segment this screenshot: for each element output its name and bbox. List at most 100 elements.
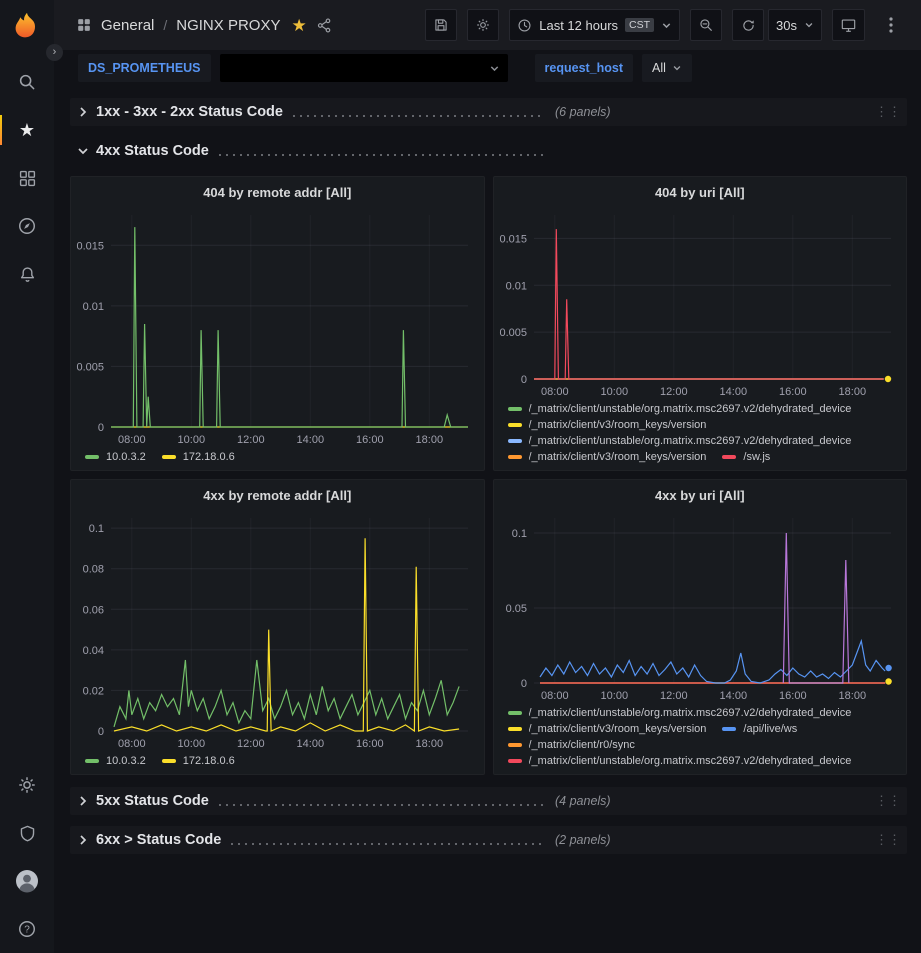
request-host-value-select[interactable]: All [642,54,692,82]
legend-item[interactable]: /_matrix/client/unstable/org.matrix.msc2… [508,755,852,767]
refresh-interval-dropdown[interactable]: 30s [768,9,822,41]
svg-text:16:00: 16:00 [356,434,384,446]
breadcrumb-dashboard-title[interactable]: NGINX PROXY [176,17,280,34]
svg-text:10:00: 10:00 [178,434,206,446]
sidebar-expand-toggle[interactable]: › [46,44,63,61]
legend-label: /_matrix/client/v3/room_keys/version [529,451,707,463]
sidebar-item-explore[interactable] [0,202,54,250]
legend-label: 172.18.0.6 [183,755,235,767]
legend-label: /_matrix/client/unstable/org.matrix.msc2… [529,755,852,767]
legend-color-marker [508,759,522,763]
svg-text:10:00: 10:00 [600,690,628,702]
legend-item[interactable]: /_matrix/client/v3/room_keys/version [508,723,707,735]
legend-label: /_matrix/client/v3/room_keys/version [529,723,707,735]
grafana-logo[interactable] [9,8,45,44]
dashboard-content: 1xx - 3xx - 2xx Status Code (6 panels) ⋮… [54,90,921,953]
sidebar-nav-bottom: ? [0,761,54,953]
svg-text:14:00: 14:00 [719,386,747,398]
legend-item[interactable]: /_matrix/client/r0/sync [508,739,635,751]
panel-404-by-remote-addr: 404 by remote addr [All] 00.0050.010.015… [70,176,485,471]
datasource-value-select[interactable] [220,54,508,82]
breadcrumb-separator: / [163,17,167,33]
avatar [15,869,39,893]
timezone-badge: CST [625,18,654,32]
sidebar-item-configuration[interactable] [0,761,54,809]
dashboard-settings-button[interactable] [467,9,499,41]
save-dashboard-button[interactable] [425,9,457,41]
row-title: 4xx Status Code [96,143,209,159]
request-host-value: All [652,61,666,75]
kebab-menu-icon [889,17,893,33]
zoom-out-icon [698,17,714,33]
legend-item[interactable]: /_matrix/client/unstable/org.matrix.msc2… [508,435,852,447]
sidebar-item-search[interactable] [0,58,54,106]
sidebar-item-server-admin[interactable] [0,809,54,857]
legend-label: /_matrix/client/unstable/org.matrix.msc2… [529,435,852,447]
panel-title[interactable]: 404 by remote addr [All] [71,177,484,207]
more-menu-button[interactable] [875,9,907,41]
legend-item[interactable]: /api/live/ws [722,723,797,735]
svg-text:?: ? [24,924,30,935]
time-range-label: Last 12 hours [539,18,618,33]
bell-icon [18,265,37,284]
legend-item[interactable]: /_matrix/client/unstable/org.matrix.msc2… [508,403,852,415]
legend-item[interactable]: /sw.js [722,451,770,463]
datasource-variable-label: DS_PROMETHEUS [78,54,211,82]
sidebar-item-help[interactable]: ? [0,905,54,953]
panel-title[interactable]: 404 by uri [All] [494,177,907,207]
legend-item[interactable]: 10.0.3.2 [85,755,146,767]
legend-item[interactable]: /_matrix/client/v3/room_keys/version [508,451,707,463]
save-icon [433,17,449,33]
favorite-star-icon[interactable]: ★ [291,17,306,34]
legend-item[interactable]: /_matrix/client/v3/room_keys/version [508,419,707,431]
legend-color-marker [508,423,522,427]
drag-handle-icon[interactable]: ⋮⋮ [875,104,901,120]
row-5xx[interactable]: 5xx Status Code (4 panels) ⋮⋮ [70,787,907,815]
sidebar-item-profile[interactable] [0,857,54,905]
star-icon: ★ [19,121,35,139]
row-panel-count: (4 panels) [555,794,611,808]
time-range-picker[interactable]: Last 12 hours CST [509,9,680,41]
dashboards-grid-icon [18,169,37,188]
legend-item[interactable]: 172.18.0.6 [162,755,235,767]
legend-color-marker [162,455,176,459]
legend-item[interactable]: 10.0.3.2 [85,451,146,463]
legend-color-marker [508,743,522,747]
row-panel-count: (2 panels) [555,833,611,847]
time-series-chart: 00.0050.010.01508:0010:0012:0014:0016:00… [494,207,907,401]
panel-legend: 10.0.3.2 172.18.0.6 [71,753,484,774]
drag-handle-icon[interactable]: ⋮⋮ [875,793,901,809]
svg-text:18:00: 18:00 [838,386,866,398]
row-4xx[interactable]: 4xx Status Code [70,137,907,165]
legend-item[interactable]: /_matrix/client/unstable/org.matrix.msc2… [508,707,852,719]
zoom-out-button[interactable] [690,9,722,41]
grafana-flame-icon [12,11,42,41]
legend-color-marker [722,455,736,459]
panel-title[interactable]: 4xx by remote addr [All] [71,480,484,510]
row-title: 1xx - 3xx - 2xx Status Code [96,104,283,120]
row-1xx-3xx-2xx[interactable]: 1xx - 3xx - 2xx Status Code (6 panels) ⋮… [70,98,907,126]
legend-label: /_matrix/client/v3/room_keys/version [529,419,707,431]
svg-text:0.1: 0.1 [89,523,104,535]
breadcrumb-section[interactable]: General [101,17,154,34]
sidebar-item-starred[interactable]: ★ [0,106,54,154]
sidebar-item-alerting[interactable] [0,250,54,298]
svg-text:18:00: 18:00 [416,738,444,750]
share-icon[interactable] [316,17,333,34]
sidebar-item-dashboards[interactable] [0,154,54,202]
row-6xx[interactable]: 6xx > Status Code (2 panels) ⋮⋮ [70,826,907,854]
drag-handle-icon[interactable]: ⋮⋮ [875,832,901,848]
variables-bar: DS_PROMETHEUS request_host All [54,50,921,90]
toolbar: Last 12 hours CST 30s [425,9,907,41]
svg-text:12:00: 12:00 [660,690,688,702]
panel-title[interactable]: 4xx by uri [All] [494,480,907,510]
row-title: 6xx > Status Code [96,832,221,848]
svg-text:18:00: 18:00 [416,434,444,446]
legend-color-marker [508,455,522,459]
legend-color-marker [85,759,99,763]
tv-mode-button[interactable] [832,9,865,41]
svg-text:14:00: 14:00 [297,434,325,446]
legend-item[interactable]: 172.18.0.6 [162,451,235,463]
refresh-button[interactable] [732,9,764,41]
time-series-chart: 00.020.040.060.080.108:0010:0012:0014:00… [71,510,484,753]
